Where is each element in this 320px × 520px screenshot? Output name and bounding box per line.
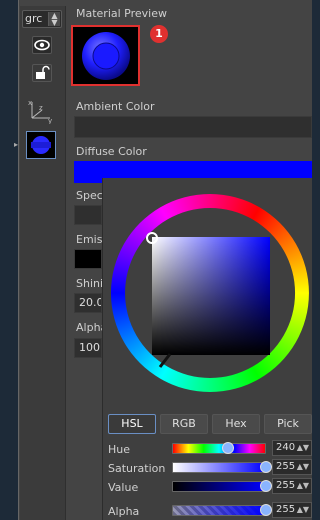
saturation-slider[interactable] <box>172 462 266 473</box>
value-label: Value <box>108 481 139 494</box>
spin-arrows-icon: ▲▼ <box>296 481 309 490</box>
tab-hsl[interactable]: HSL <box>108 414 156 434</box>
hue-spinbox[interactable]: 240 ▲▼ <box>272 440 312 456</box>
tab-pick[interactable]: Pick <box>264 414 312 434</box>
material-thumbnail[interactable] <box>26 131 56 159</box>
shininess-label: Shini <box>76 277 104 290</box>
hue-label: Hue <box>108 443 131 456</box>
spin-arrows-icon: ▲▼ <box>296 505 309 514</box>
specular-color-label: Spec <box>76 189 103 202</box>
tab-hex[interactable]: Hex <box>212 414 260 434</box>
material-preview-frame <box>71 25 140 86</box>
diffuse-color-label: Diffuse Color <box>76 145 147 158</box>
value-value: 255 <box>276 480 296 491</box>
saturation-slider-knob[interactable] <box>260 461 272 473</box>
eye-icon <box>34 39 50 51</box>
alpha-slider[interactable] <box>172 505 266 516</box>
ambient-color-swatch[interactable] <box>74 116 312 138</box>
tab-rgb[interactable]: RGB <box>160 414 208 434</box>
hue-value: 240 <box>276 442 296 453</box>
sphere-thumbnail-icon <box>31 136 51 154</box>
ambient-color-label: Ambient Color <box>76 100 155 113</box>
selection-marker: ▸ <box>14 140 19 149</box>
value-spinbox[interactable]: 255 ▲▼ <box>272 478 312 494</box>
spin-arrows-icon: ▲▼ <box>296 443 309 452</box>
material-preview-sphere <box>82 32 130 80</box>
emissive-color-label: Emis <box>76 233 103 246</box>
material-preview-label: Material Preview <box>76 7 168 20</box>
spin-arrows-icon: ▲▼ <box>296 462 309 471</box>
svg-text:x: x <box>28 99 32 107</box>
axis-xyz-icon[interactable]: x z y <box>26 98 56 124</box>
value-slider-knob[interactable] <box>260 480 272 492</box>
picker-mode-tabs: HSL RGB Hex Pick <box>108 414 312 436</box>
group-combo-value: grc <box>25 12 43 25</box>
saturation-spinbox[interactable]: 255 ▲▼ <box>272 459 312 475</box>
lock-toggle-button[interactable] <box>32 64 52 82</box>
picker-alpha-label: Alpha <box>108 505 140 518</box>
svg-text:z: z <box>39 104 43 112</box>
alpha-input[interactable]: 100. <box>74 338 102 358</box>
value-slider[interactable] <box>172 481 266 492</box>
alpha-slider-knob[interactable] <box>260 504 272 516</box>
svg-text:y: y <box>48 117 52 124</box>
alpha-spinbox[interactable]: 255 ▲▼ <box>272 502 312 518</box>
shininess-input[interactable]: 20.0 <box>74 293 102 313</box>
hue-slider[interactable] <box>172 443 266 454</box>
alpha-value: 255 <box>276 504 296 515</box>
left-tool-column <box>20 6 66 520</box>
saturation-value: 255 <box>276 461 296 472</box>
combo-spin-icon[interactable]: ▲ ▼ <box>48 12 60 27</box>
visibility-toggle-button[interactable] <box>32 36 52 54</box>
saturation-label: Saturation <box>108 462 166 475</box>
unlock-icon <box>36 65 50 79</box>
step-badge: 1 <box>150 25 168 43</box>
specular-color-swatch[interactable] <box>74 205 102 225</box>
group-combo[interactable]: grc ▲ ▼ <box>22 10 62 28</box>
color-wheel[interactable] <box>108 192 312 394</box>
emissive-color-swatch[interactable] <box>74 249 102 269</box>
